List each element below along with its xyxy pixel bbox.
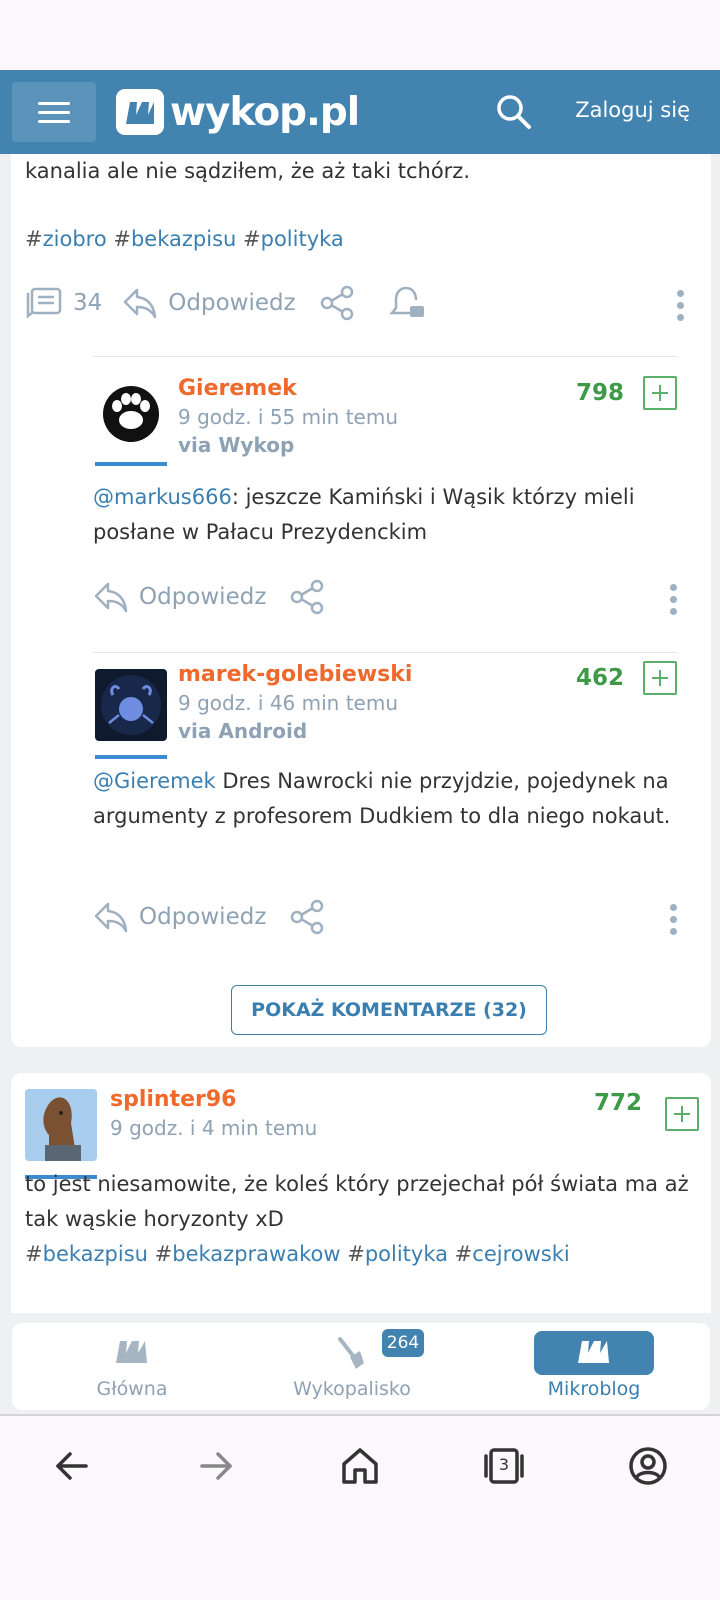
crab-avatar-icon: [101, 675, 161, 735]
home-logo-icon: [116, 1341, 147, 1363]
divider: [93, 356, 677, 357]
post-text: kanalia ale nie sądziłem, że aż taki tch…: [25, 159, 471, 183]
post-time: 9 godz. i 4 min temu: [110, 1116, 318, 1140]
avatar[interactable]: [95, 669, 167, 763]
post-text: to jest niesamowite, że koleś który prze…: [25, 1172, 689, 1231]
comment-score: 798: [576, 380, 625, 406]
upvote-plus-icon[interactable]: [665, 1097, 699, 1131]
tag-link[interactable]: cejrowski: [472, 1242, 569, 1266]
comment-actions: Odpowiedz: [93, 578, 326, 616]
logo-text: wykop.pl: [170, 89, 360, 135]
comment-username[interactable]: Gieremek: [178, 376, 297, 401]
reply-icon: [94, 582, 128, 613]
avatar[interactable]: [95, 376, 167, 470]
nav-label: Wykopalisko: [293, 1378, 411, 1400]
divider: [93, 652, 677, 653]
nav-label: Główna: [96, 1378, 168, 1400]
show-comments-button[interactable]: POKAŻ KOMENTARZE (32): [231, 985, 547, 1035]
home-icon[interactable]: [338, 1444, 382, 1488]
share-icon[interactable]: [288, 898, 326, 936]
comment-via: via Wykop: [178, 433, 295, 457]
upvote-plus-icon[interactable]: [643, 661, 677, 695]
post-card: splinter96 9 godz. i 4 min temu 772 to j…: [11, 1073, 711, 1313]
reply-button[interactable]: Odpowiedz: [93, 900, 266, 934]
paw-avatar-icon: [103, 386, 159, 442]
wykop-logo[interactable]: wykop.pl: [116, 88, 360, 136]
post-tags: #ziobro #bekazpisu #polityka: [25, 227, 344, 251]
post-actions: 34 Odpowiedz: [25, 284, 428, 322]
tag-link[interactable]: polityka: [261, 227, 344, 251]
browser-nav-bar: 3: [0, 1414, 720, 1516]
reply-button[interactable]: Odpowiedz: [93, 580, 266, 614]
more-options-icon[interactable]: [669, 584, 677, 615]
reply-icon: [124, 288, 157, 319]
mention-link[interactable]: @markus666: [93, 485, 232, 509]
tabs-button[interactable]: 3: [482, 1444, 526, 1488]
comment-time: 9 godz. i 46 min temu: [178, 691, 399, 715]
comment-via: via Android: [178, 719, 308, 743]
reply-label: Odpowiedz: [139, 584, 267, 610]
status-bar: [0, 0, 720, 70]
tag-link[interactable]: polityka: [365, 1242, 448, 1266]
mention-link[interactable]: @Gieremek: [93, 769, 216, 793]
comments-icon: [26, 287, 62, 319]
wykop-logo-icon: [116, 89, 164, 135]
search-icon[interactable]: [494, 92, 534, 132]
notification-bell-icon[interactable]: [388, 284, 428, 322]
forward-arrow-icon[interactable]: [194, 1444, 238, 1488]
menu-button[interactable]: [12, 82, 96, 142]
upvote-plus-icon[interactable]: [643, 376, 677, 410]
post-username[interactable]: splinter96: [110, 1087, 237, 1112]
bottom-nav: Główna Wykopalisko 264 Mikroblog: [12, 1323, 710, 1410]
post-score: 772: [594, 1090, 643, 1116]
comment-username[interactable]: marek-golebiewski: [178, 662, 412, 687]
back-arrow-icon[interactable]: [50, 1444, 94, 1488]
post-card: kanalia ale nie sądziłem, że aż taki tch…: [11, 154, 711, 1047]
nav-item-mikroblog[interactable]: Mikroblog: [532, 1323, 656, 1410]
more-options-icon[interactable]: [676, 290, 684, 321]
reply-icon: [94, 902, 128, 933]
login-link[interactable]: Zaloguj się: [575, 98, 690, 122]
gesture-area: [0, 1516, 720, 1600]
reply-label: Odpowiedz: [168, 290, 296, 316]
comment-actions: Odpowiedz: [93, 898, 326, 936]
comment-text: @Gieremek Dres Nawrocki nie przyjdzie, p…: [93, 769, 671, 828]
share-icon[interactable]: [288, 578, 326, 616]
tab-count: 3: [498, 1455, 510, 1474]
shovel-icon: [338, 1337, 364, 1369]
nav-item-glowna[interactable]: Główna: [72, 1323, 192, 1410]
comment-time: 9 godz. i 55 min temu: [178, 405, 399, 429]
nav-label: Mikroblog: [547, 1378, 641, 1400]
tag-link[interactable]: bekazpisu: [131, 227, 236, 251]
comment-count: 34: [73, 290, 103, 316]
comments-button[interactable]: 34: [25, 286, 102, 320]
mikroblog-logo-icon: [578, 1341, 609, 1363]
tag-link[interactable]: bekazpisu: [43, 1242, 148, 1266]
reply-button[interactable]: Odpowiedz: [122, 286, 296, 320]
notification-badge: 264: [382, 1329, 424, 1357]
more-options-icon[interactable]: [669, 904, 677, 935]
top-bar: wykop.pl Zaloguj się: [0, 70, 720, 154]
post-tags: #bekazpisu #bekazprawakow #polityka #cej…: [25, 1242, 570, 1266]
tag-link[interactable]: ziobro: [43, 227, 107, 251]
account-icon[interactable]: [626, 1444, 670, 1488]
comment-text: @markus666: jeszcze Kamiński i Wąsik któ…: [93, 485, 635, 544]
horse-avatar-icon: [25, 1089, 97, 1161]
reply-label: Odpowiedz: [139, 904, 267, 930]
comment-score: 462: [576, 665, 625, 691]
share-icon[interactable]: [318, 284, 356, 322]
hamburger-icon: [38, 101, 70, 105]
tag-link[interactable]: bekazprawakow: [172, 1242, 340, 1266]
